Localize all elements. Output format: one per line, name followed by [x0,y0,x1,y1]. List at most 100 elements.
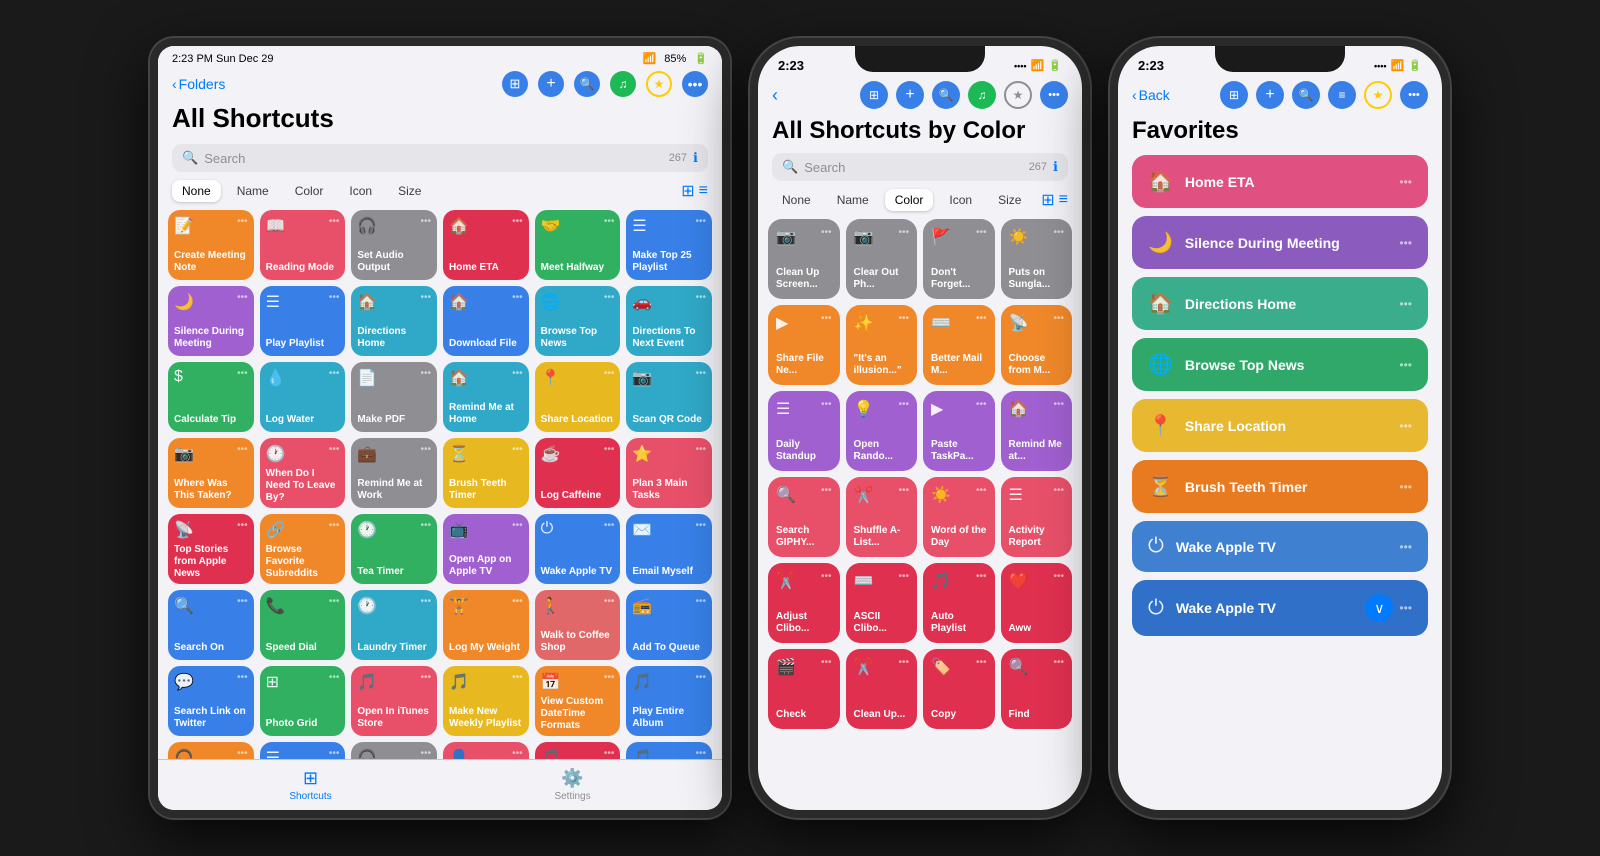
shortcut-cell[interactable]: 🌐 ••• Browse Top News [535,286,621,356]
shortcut-cell[interactable]: ⏳ ••• Brush Teeth Timer [443,438,529,508]
shortcut-cell[interactable]: 🎵 ••• Open In iTunes Store [351,666,437,736]
fav-more-btn[interactable]: ••• [1400,81,1428,109]
shortcut-cell[interactable]: 🏠 ••• Directions Home [351,286,437,356]
folders-back-button[interactable]: ‹ Folders [172,76,225,92]
iphone-shortcut-cell[interactable]: ✂️ ••• Adjust Clibo... [768,563,840,643]
shortcut-cell[interactable]: 💬 ••• Search Link on Twitter [168,666,254,736]
search-btn[interactable]: 🔍 [932,81,960,109]
shortcut-cell[interactable]: ☰ ••• Duplicate Playlist [260,742,346,759]
shortcut-cell[interactable]: 🚶 ••• Walk to Coffee Shop [535,590,621,660]
favorite-more-icon[interactable]: ••• [1399,297,1412,311]
shortcut-cell[interactable]: 💼 ••• Remind Me at Work [351,438,437,508]
iphone-shortcut-cell[interactable]: 🔍 ••• Search GIPHY... [768,477,840,557]
shortcut-cell[interactable]: 📻 ••• Add To Queue [626,590,712,660]
shortcut-cell[interactable]: ⏻ ••• Wake Apple TV [535,514,621,584]
iphone-shortcut-cell[interactable]: ⌨️ ••• Better Mail M... [923,305,995,385]
shortcut-cell[interactable]: 📺 ••• Open App on Apple TV [443,514,529,584]
iphone-shortcut-cell[interactable]: ☀️ ••• Puts on Sungla... [1001,219,1073,299]
favorite-item[interactable]: ⏻ Wake Apple TV ••• [1132,521,1428,572]
iphone-shortcut-cell[interactable]: 📷 ••• Clean Up Screen... [768,219,840,299]
shortcut-cell[interactable]: 🎵 ••• Make New Weekly Playlist [443,666,529,736]
favorite-more-icon[interactable]: ••• [1399,236,1412,250]
iphone-shortcut-cell[interactable]: ✨ ••• "It's an illusion..." [846,305,918,385]
iphone-shortcut-cell[interactable]: 🎵 ••• Auto Playlist [923,563,995,643]
filter-color[interactable]: Color [285,180,334,202]
shortcut-cell[interactable]: 🎵 ••• Add to a Playlist [626,742,712,759]
fav-star-btn[interactable]: ★ [1364,81,1392,109]
shortcut-cell[interactable]: 🏠 ••• Remind Me at Home [443,362,529,432]
iphone-shortcut-cell[interactable]: 📡 ••• Choose from M... [1001,305,1073,385]
favorite-more-icon[interactable]: ••• [1399,175,1412,189]
color-filter-none[interactable]: None [772,189,821,211]
fav-align-btn[interactable]: ≡ [1328,81,1356,109]
filter-size[interactable]: Size [388,180,431,202]
color-filter-name[interactable]: Name [827,189,879,211]
shortcut-cell[interactable]: 🎧 ••• Set Audio Output [351,210,437,280]
shortcut-cell[interactable]: 🔍 ••• Search On [168,590,254,660]
shortcut-cell[interactable]: 🎵 ••• Play Entire Album [626,666,712,736]
iphone-shortcut-cell[interactable]: ✂️ ••• Shuffle A-List... [846,477,918,557]
favorite-item[interactable]: 🏠 Home ETA ••• [1132,155,1428,208]
shortcut-cell[interactable]: 📝 ••• Create Meeting Note [168,210,254,280]
spotify-icon-btn[interactable]: ♫ [610,71,636,97]
iphone-shortcut-cell[interactable]: ☀️ ••• Word of the Day [923,477,995,557]
shortcut-cell[interactable]: 🔗 ••• Browse Favorite Subreddits [260,514,346,584]
layers-icon-btn[interactable]: ⊞ [502,71,528,97]
iphone-shortcut-cell[interactable]: ▶ ••• Paste TaskPa... [923,391,995,471]
shortcut-cell[interactable]: 📷 ••• Scan QR Code [626,362,712,432]
shortcut-cell[interactable]: 🎧 ••• Add More from Artist [168,742,254,759]
shortcut-cell[interactable]: 💧 ••• Log Water [260,362,346,432]
favorite-item[interactable]: 📍 Share Location ••• [1132,399,1428,452]
favorite-item-wake-appletv[interactable]: ⏻ Wake Apple TV ∨ ••• [1132,580,1428,636]
favorite-item[interactable]: ⏳ Brush Teeth Timer ••• [1132,460,1428,513]
shortcut-cell[interactable]: 🎧 ••• Play an Album [351,742,437,759]
iphone-shortcut-cell[interactable]: ☰ ••• Daily Standup [768,391,840,471]
color-grid-icon[interactable]: ⊞ [1041,190,1054,210]
shortcut-cell[interactable]: 🚗 ••• Directions To Next Event [626,286,712,356]
ipad-search-bar[interactable]: 🔍 Search 267 ℹ [172,144,708,172]
shortcut-cell[interactable]: 📖 ••• Reading Mode [260,210,346,280]
iphone-shortcut-cell[interactable]: ☰ ••• Activity Report [1001,477,1073,557]
iphone-shortcut-cell[interactable]: 🏷️ ••• Copy [923,649,995,729]
shortcut-cell[interactable]: 🌙 ••• Silence During Meeting [168,286,254,356]
color-filter-color[interactable]: Color [885,189,934,211]
iphone-shortcut-cell[interactable]: 🔍 ••• Find [1001,649,1073,729]
filter-icon[interactable]: Icon [339,180,382,202]
shortcut-cell[interactable]: $ ••• Calculate Tip [168,362,254,432]
iphone-shortcut-cell[interactable]: ❤️ ••• Aww [1001,563,1073,643]
shortcut-cell[interactable]: 🏠 ••• Download File [443,286,529,356]
filter-name[interactable]: Name [227,180,279,202]
shortcut-cell[interactable]: ☰ ••• Make Top 25 Playlist [626,210,712,280]
favorite-more-icon[interactable]: ••• [1399,358,1412,372]
favorite-item[interactable]: 🌙 Silence During Meeting ••• [1132,216,1428,269]
shortcut-cell[interactable]: 🏠 ••• Home ETA [443,210,529,280]
shortcut-cell[interactable]: 📅 ••• View Custom DateTime Formats [535,666,621,736]
color-filter-size[interactable]: Size [988,189,1031,211]
grid-view-icon[interactable]: ⊞ [681,181,694,201]
star-icon-btn[interactable]: ★ [646,71,672,97]
favorite-item[interactable]: 🏠 Directions Home ••• [1132,277,1428,330]
shortcut-cell[interactable]: ⊞ ••• Photo Grid [260,666,346,736]
favorite-more-icon[interactable]: ••• [1399,540,1412,554]
shortcut-cell[interactable]: 📡 ••• Top Stories from Apple News [168,514,254,584]
add-icon-btn[interactable]: + [538,71,564,97]
list-view-icon[interactable]: ≡ [699,182,708,200]
iphone-shortcut-cell[interactable]: 🎬 ••• Check [768,649,840,729]
color-filter-icon[interactable]: Icon [939,189,982,211]
shortcut-cell[interactable]: ⭐ ••• Plan 3 Main Tasks [626,438,712,508]
shortcut-cell[interactable]: ☕ ••• Log Caffeine [535,438,621,508]
shortcut-cell[interactable]: ✉️ ••• Email Myself [626,514,712,584]
shortcut-cell[interactable]: 📄 ••• Make PDF [351,362,437,432]
tab-shortcuts[interactable]: ⊞ Shortcuts [289,768,331,802]
iphone-shortcut-cell[interactable]: ⌨️ ••• ASCII Clibo... [846,563,918,643]
shortcut-cell[interactable]: 🏋️ ••• Log My Weight [443,590,529,660]
fav-layers-btn[interactable]: ⊞ [1220,81,1248,109]
shortcut-cell[interactable]: ☰ ••• Play Playlist [260,286,346,356]
shortcut-cell[interactable]: 🤝 ••• Meet Halfway [535,210,621,280]
tab-settings[interactable]: ⚙️ Settings [554,768,590,802]
color-list-icon[interactable]: ≡ [1059,191,1068,209]
iphone-back-chevron[interactable]: ‹ [772,85,778,106]
favorite-item[interactable]: 🌐 Browse Top News ••• [1132,338,1428,391]
add-btn[interactable]: + [896,81,924,109]
shortcut-cell[interactable]: 🕐 ••• Tea Timer [351,514,437,584]
